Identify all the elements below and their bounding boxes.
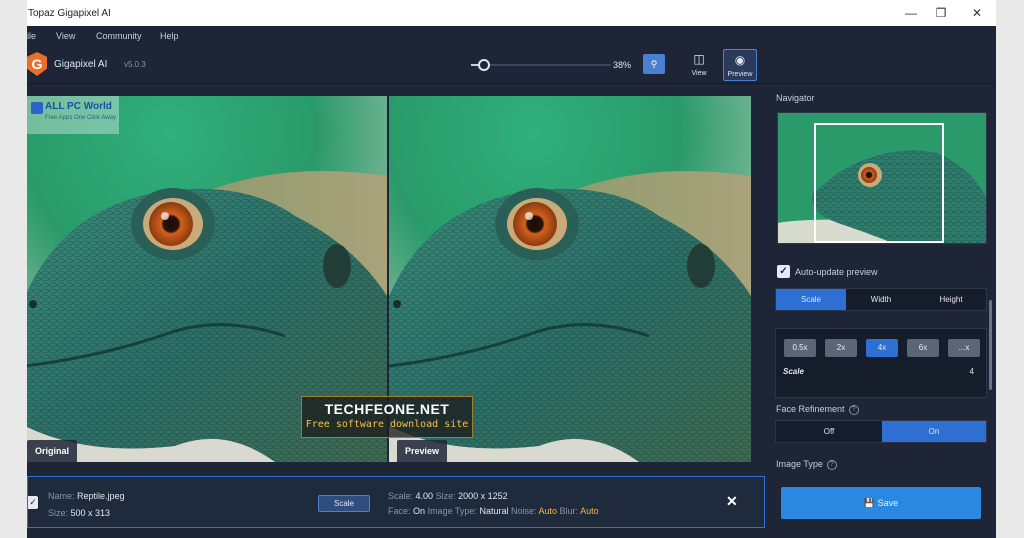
original-label: Original [27, 440, 78, 462]
face-help-icon[interactable]: ? [848, 404, 859, 415]
minimize-button[interactable]: — [900, 4, 922, 22]
maximize-button[interactable]: ❐ [930, 4, 952, 22]
scale-field-label: Scale [783, 367, 804, 376]
view-button[interactable]: ◫ View [682, 49, 716, 81]
navigator-title: Navigator [776, 93, 815, 103]
app-name: Gigapixel AI [54, 59, 108, 70]
scale-0-5x[interactable]: 0.5x [784, 339, 816, 357]
auto-update-checkbox[interactable]: ✓ [777, 265, 790, 278]
output-settings: Face: On Image Type: Natural Noise: Auto… [388, 506, 599, 516]
face-on[interactable]: On [882, 421, 986, 442]
file-select-checkbox[interactable]: ✓ [28, 496, 38, 509]
close-window-button[interactable]: ✕ [966, 4, 988, 22]
techfeone-banner: TECHFEONE.NET Free software download sit… [301, 396, 473, 438]
zoom-slider[interactable] [471, 64, 611, 66]
preview-button[interactable]: ◉ Preview [723, 49, 757, 81]
preview-label-overlay: Preview [397, 440, 448, 462]
face-refinement-toggle: Off On [775, 420, 987, 443]
scale-6x[interactable]: 6x [907, 339, 939, 357]
image-type-help-icon[interactable]: ? [826, 459, 837, 470]
file-info-bar[interactable]: ✓ Name: Reptile.jpeg Size: 500 x 313 Sca… [27, 476, 765, 528]
watermark-logo-icon [31, 102, 43, 114]
menu-view[interactable]: View [56, 31, 75, 41]
save-label: Save [877, 498, 899, 508]
face-off[interactable]: Off [776, 421, 882, 442]
preview-label: Preview [727, 71, 753, 78]
menu-file[interactable]: ile [27, 31, 36, 41]
navigator-viewport[interactable] [814, 123, 944, 243]
sidebar-scrollbar[interactable] [989, 300, 992, 390]
zoom-percent: 38% [613, 60, 632, 70]
scale-4x[interactable]: 4x [866, 339, 898, 357]
watermark-allpcworld: ALL PC World Free Apps One Click Away [27, 96, 119, 134]
title-bar: Topaz Gigapixel AI — ❐ ✕ [27, 0, 996, 26]
navigator-thumbnail[interactable] [777, 112, 987, 244]
output-scale-size: Scale: 4.00 Size: 2000 x 1252 [388, 491, 508, 501]
mode-height[interactable]: Height [916, 289, 986, 310]
scale-2x[interactable]: 2x [825, 339, 857, 357]
remove-file-icon[interactable]: ✕ [726, 493, 738, 510]
mode-scale[interactable]: Scale [776, 289, 846, 310]
scale-tag-button[interactable]: Scale [318, 495, 370, 512]
app-version: v5.0.3 [124, 60, 146, 69]
scale-custom[interactable]: ...x [948, 339, 980, 357]
save-icon: 💾 [863, 498, 876, 508]
zoom-slider-handle[interactable] [478, 59, 490, 71]
scale-options-panel: 0.5x 2x 4x 6x ...x Scale 4 [775, 328, 987, 398]
window-title: Topaz Gigapixel AI [28, 8, 111, 19]
banner-subtitle: Free software download site [305, 419, 469, 430]
eye-icon: ◉ [734, 53, 746, 67]
save-button[interactable]: 💾 Save [781, 487, 981, 519]
watermark-subtitle: Free Apps One Click Away [45, 115, 116, 121]
file-name: Name: Reptile.jpeg [48, 491, 125, 501]
menu-community[interactable]: Community [96, 31, 142, 41]
image-type-title: Image Type? [776, 459, 837, 470]
toolbar: G Gigapixel AI v5.0.3 38% ⚲ ◫ View ◉ Pre… [27, 46, 996, 84]
auto-update-label: Auto-update preview [795, 267, 878, 277]
magnifier-icon: ⚲ [650, 59, 658, 69]
mode-width[interactable]: Width [846, 289, 916, 310]
zoom-button[interactable]: ⚲ [643, 54, 665, 74]
gigapixel-window: Topaz Gigapixel AI — ❐ ✕ ile View Commun… [27, 0, 996, 538]
menu-bar: ile View Community Help [27, 26, 996, 46]
view-label: View [691, 70, 707, 77]
scale-field-value[interactable]: 4 [970, 367, 974, 376]
watermark-title: ALL PC World [45, 101, 112, 112]
settings-sidebar: Navigator ✓ Auto-update preview Scale Wi… [769, 84, 996, 538]
face-refinement-title: Face Refinement? [776, 404, 859, 415]
split-view-icon: ◫ [693, 52, 705, 66]
file-size: Size: 500 x 313 [48, 508, 111, 518]
menu-help[interactable]: Help [160, 31, 179, 41]
resize-mode-toggle: Scale Width Height [775, 288, 987, 311]
banner-title: TECHFEONE.NET [324, 401, 450, 417]
comparison-view[interactable]: ALL PC World Free Apps One Click Away TE… [27, 96, 763, 462]
gigapixel-logo-icon: G [27, 52, 47, 76]
